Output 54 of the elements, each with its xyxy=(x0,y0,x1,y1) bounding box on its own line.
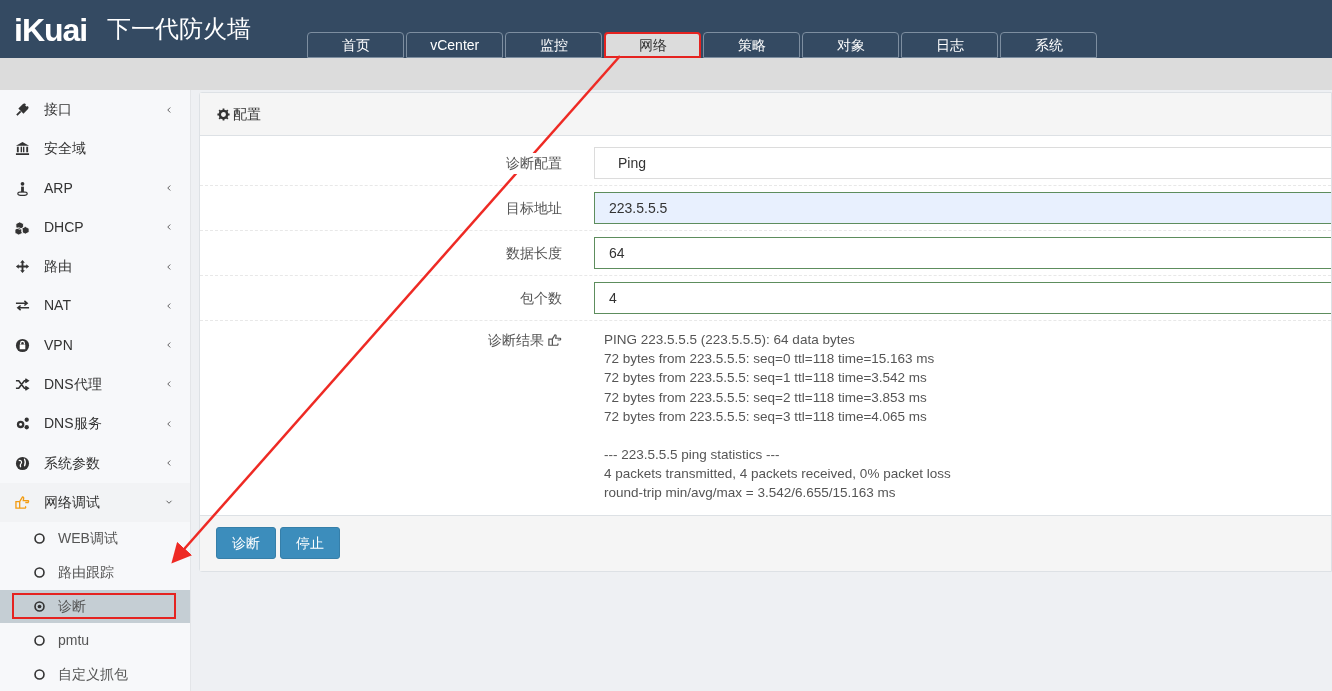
logo: iKuai xyxy=(14,12,88,48)
radio-selected-icon xyxy=(33,599,46,613)
cubes-icon xyxy=(15,219,30,235)
input-field[interactable]: 223.5.5.5 xyxy=(594,192,1331,224)
move-icon xyxy=(15,259,30,275)
globe-icon xyxy=(15,455,30,471)
input-field[interactable]: 64 xyxy=(594,237,1331,269)
pointing-hand-icon xyxy=(15,494,30,510)
nav-tab[interactable]: 对象 xyxy=(802,32,900,58)
radio-icon xyxy=(33,566,46,580)
nav-tab[interactable]: 系统 xyxy=(1000,32,1098,58)
select-field[interactable]: Ping xyxy=(594,147,1331,179)
submenu-item[interactable]: 路由跟踪 xyxy=(12,559,176,586)
sidebar-item[interactable]: VPN xyxy=(0,325,190,365)
lock-icon xyxy=(15,337,30,353)
nav-tab[interactable]: vCenter xyxy=(406,32,504,58)
sidebar-item[interactable]: 系统参数 xyxy=(0,443,190,483)
sidebar-item[interactable]: 网络调试 xyxy=(0,482,190,522)
field-label: 诊断配置 xyxy=(506,152,562,174)
radio-icon xyxy=(33,633,46,647)
field-label: 诊断结果 xyxy=(488,330,544,350)
sidebar-item[interactable]: DHCP xyxy=(0,207,190,248)
sidebar-item[interactable]: NAT xyxy=(0,286,190,326)
panel-title: 配置 xyxy=(233,104,261,124)
nav-tab[interactable]: 监控 xyxy=(505,32,603,58)
nav-tab[interactable]: 首页 xyxy=(307,32,405,58)
action-button[interactable]: 停止 xyxy=(280,527,340,560)
gear-icon xyxy=(217,107,230,121)
sidebar-item[interactable]: DNS代理 xyxy=(0,364,190,405)
person-icon xyxy=(15,180,30,196)
sidebar-item[interactable]: 安全域 xyxy=(0,129,190,169)
ping-statistics: --- 223.5.5.5 ping statistics --- 4 packets transmitted, 4 packets received, 0% packet loss round-trip min/avg/max = 3.542/6.655/15.163 ms xyxy=(604,446,951,503)
pointing-hand-icon xyxy=(548,333,562,347)
submenu-item[interactable]: WEB调试 xyxy=(12,525,176,552)
nav-tab[interactable]: 日志 xyxy=(901,32,999,58)
nav-tab[interactable]: 网络 xyxy=(604,32,702,58)
gears-icon xyxy=(15,416,30,432)
radio-icon xyxy=(33,532,46,546)
nav-tab[interactable]: 策略 xyxy=(703,32,801,58)
plug-icon xyxy=(15,102,30,118)
bank-icon xyxy=(15,141,30,157)
submenu-item[interactable]: 诊断 xyxy=(12,593,176,620)
app-title: 下一代防火墙 xyxy=(107,14,252,44)
sidebar-item[interactable]: ARP xyxy=(0,168,190,208)
radio-icon xyxy=(33,667,46,681)
ping-output: PING 223.5.5.5 (223.5.5.5): 64 data bytes 72 bytes from 223.5.5.5: seq=0 ttl=118 time=15.163 ms 72 bytes from 223.5.5.5: seq=1 ttl=118 time=3.542 ms 72 bytes from 223.5.5.5: seq=2 ttl=118 time=3.853 ms 72 bytes from 223.5.5.5: seq=3 ttl=118 time=4.065 ms xyxy=(604,331,936,426)
sidebar-item[interactable]: DNS服务 xyxy=(0,404,190,444)
action-button[interactable]: 诊断 xyxy=(216,527,276,560)
sidebar-item[interactable]: 路由 xyxy=(0,247,190,287)
input-field[interactable]: 4 xyxy=(594,282,1331,314)
submenu-item[interactable]: pmtu xyxy=(12,627,176,654)
sidebar-item[interactable]: 接口 xyxy=(0,90,190,130)
shuffle-icon xyxy=(15,377,30,392)
submenu-item[interactable]: 自定义抓包 xyxy=(12,661,176,687)
